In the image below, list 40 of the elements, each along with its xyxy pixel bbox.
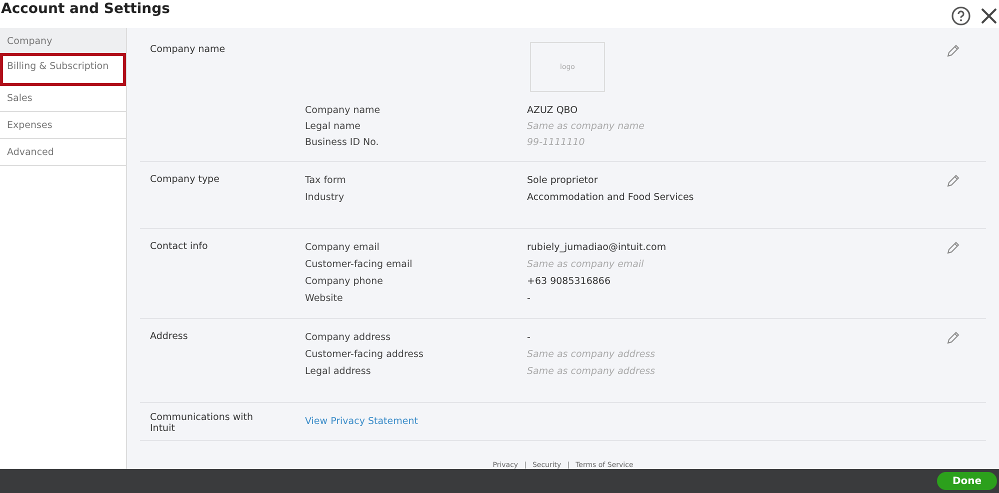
section-title: Address bbox=[150, 330, 189, 344]
field-label: Website bbox=[305, 293, 344, 304]
field-label: Business ID No. bbox=[305, 137, 380, 148]
window-title: Account and Settings bbox=[1, 1, 170, 17]
sidebar-item[interactable]: Expenses bbox=[0, 112, 126, 139]
field-label: Company name bbox=[305, 104, 382, 116]
section-title: Company type bbox=[150, 173, 220, 187]
edit-icon[interactable] bbox=[946, 174, 960, 188]
section-title: Company name bbox=[150, 43, 226, 57]
field-value: Accommodation and Food Services bbox=[527, 192, 694, 203]
sidebar-item[interactable]: Company bbox=[0, 28, 126, 55]
done-button[interactable]: Done bbox=[937, 472, 997, 490]
sidebar-item[interactable]: Advanced bbox=[0, 139, 126, 166]
field-label: Company phone bbox=[305, 276, 384, 287]
field-label: Customer-facing email bbox=[305, 259, 414, 270]
edit-icon[interactable] bbox=[946, 241, 960, 255]
field-value: rubiely_jumadiao@intuit.com bbox=[527, 242, 666, 253]
field-value: 99-1111110 bbox=[527, 137, 585, 148]
field-label: Tax form bbox=[305, 175, 347, 186]
field-value: - bbox=[527, 293, 530, 304]
field-label: Customer-facing address bbox=[305, 349, 424, 360]
field-label: Legal address bbox=[305, 366, 372, 377]
section-title: Contact info bbox=[150, 240, 209, 254]
field-value: Same as company name bbox=[527, 120, 645, 132]
sidebar-item[interactable]: Sales bbox=[0, 85, 126, 112]
field-label: Legal name bbox=[305, 120, 362, 132]
edit-icon[interactable] bbox=[946, 44, 960, 58]
field-label: Company address bbox=[305, 332, 392, 343]
field-value: +63 9085316866 bbox=[527, 276, 611, 287]
privacy-link[interactable]: View Privacy Statement bbox=[305, 410, 946, 427]
field-label: Company email bbox=[305, 242, 380, 253]
field-value: AZUZ QBO bbox=[527, 104, 578, 116]
field-value: Sole proprietor bbox=[527, 175, 598, 186]
field-value: - bbox=[527, 332, 530, 343]
edit-icon[interactable] bbox=[946, 331, 960, 345]
field-label: Industry bbox=[305, 192, 346, 203]
close-icon[interactable] bbox=[981, 8, 997, 24]
sidebar-item[interactable]: Billing & Subscription bbox=[0, 53, 126, 86]
section-title: Communications with Intuit bbox=[150, 411, 254, 430]
help-icon[interactable] bbox=[951, 6, 971, 26]
